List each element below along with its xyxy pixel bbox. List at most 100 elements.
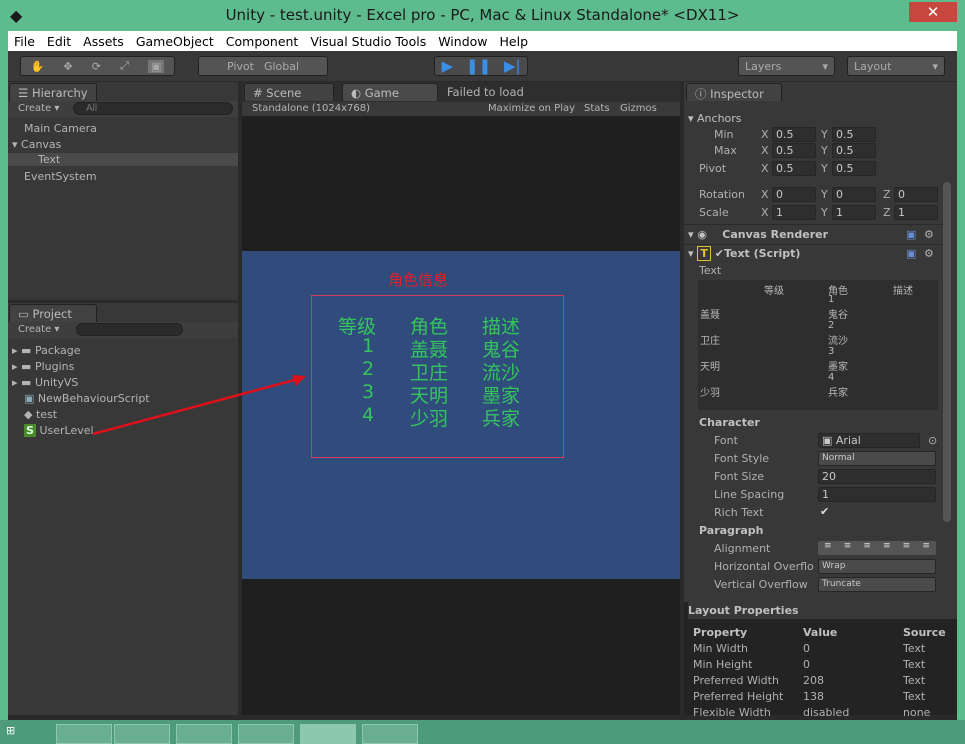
layout-properties-title[interactable]: Layout Properties [688, 602, 957, 619]
move-tool-icon[interactable]: ✥ [63, 60, 72, 73]
layout-dropdown[interactable]: Layout ▾ [847, 56, 945, 76]
project-item-plugins[interactable]: ▸ ▬ Plugins [12, 360, 74, 373]
anchor-min-y-field[interactable]: 0.5 [832, 127, 876, 142]
anchor-max-x-field[interactable]: 0.5 [772, 143, 816, 158]
hierarchy-item-text[interactable]: Text [8, 153, 238, 166]
create-dropdown[interactable]: Create [18, 324, 51, 335]
pivot-x-field[interactable]: 0.5 [772, 161, 816, 176]
paragraph-section-label: Paragraph [699, 524, 764, 537]
rich-text-checkbox[interactable]: ✔ [820, 505, 829, 518]
tab-project[interactable]: ▭ Project [9, 304, 97, 322]
hand-tool-icon[interactable]: ✋ [31, 60, 45, 73]
alignment-buttons[interactable]: ≡ ≡ ≡ ≡ ≡ ≡ [818, 541, 936, 555]
layout-property-cell: none [903, 706, 931, 719]
pivot-y-field[interactable]: 0.5 [832, 161, 876, 176]
rotation-y-field[interactable]: 0 [832, 187, 876, 202]
red-arrow-annotation [92, 375, 306, 436]
project-item-test[interactable]: ◆ test [24, 408, 57, 421]
taskbar-notepad[interactable] [362, 724, 418, 744]
stats-toggle[interactable]: Stats [584, 102, 610, 116]
help-icon[interactable]: ▣ [906, 247, 916, 260]
project-item-userlevel[interactable]: S UserLevel [24, 424, 94, 437]
gear-icon[interactable]: ⚙ [924, 228, 934, 241]
menu-vs-tools[interactable]: Visual Studio Tools [310, 34, 426, 49]
anchors-foldout[interactable]: ▾ Anchors [688, 112, 742, 125]
gear-icon[interactable]: ⚙ [924, 247, 934, 260]
project-item-package[interactable]: ▸ ▬ Package [12, 344, 81, 357]
rotation-z-field[interactable]: 0 [894, 187, 938, 202]
global-button[interactable]: Global [264, 60, 299, 73]
inspector-panel: ⓘ Inspector ▾ Anchors Min X 0.5 Y 0.5 Max … [684, 82, 957, 602]
taskbar-browser[interactable] [176, 724, 232, 744]
font-field[interactable]: ▣ Arial [818, 433, 920, 448]
help-icon[interactable]: ▣ [906, 228, 916, 241]
menu-file[interactable]: File [14, 34, 35, 49]
layout-property-cell: 208 [803, 674, 824, 687]
align-middle-icon[interactable]: ≡ [903, 541, 911, 555]
start-button[interactable]: ⊞ [6, 724, 42, 744]
hierarchy-item-eventsystem[interactable]: EventSystem [24, 170, 97, 183]
tab-hierarchy[interactable]: ☰ Hierarchy [9, 83, 97, 101]
text-content-area[interactable]: 等级 角色 描述 1 盖聂 鬼谷 2 卫庄 流沙 3 天明 墨家 4 少羽 兵家 [698, 280, 938, 410]
enabled-checkbox[interactable]: ✔ [715, 247, 724, 260]
tab-label: Game [364, 86, 399, 100]
align-left-icon[interactable]: ≡ [824, 541, 832, 555]
scale-x-field[interactable]: 1 [772, 205, 816, 220]
scale-y-field[interactable]: 1 [832, 205, 876, 220]
project-item-unityvs[interactable]: ▸ ▬ UnityVS [12, 376, 78, 389]
hierarchy-item-main-camera[interactable]: Main Camera [24, 122, 97, 135]
close-button[interactable]: ✕ [909, 2, 957, 22]
scale-tool-icon[interactable]: ⤢ [120, 59, 129, 73]
horizontal-overflow-dropdown[interactable]: Wrap [818, 559, 936, 574]
step-button[interactable]: ▶| [504, 57, 521, 75]
object-picker-icon[interactable]: ⊙ [928, 434, 937, 447]
canvas-renderer-header[interactable]: ▾ ◉ Canvas Renderer [688, 228, 828, 241]
menu-help[interactable]: Help [500, 34, 529, 49]
menu-gameobject[interactable]: GameObject [136, 34, 214, 49]
hierarchy-item-canvas[interactable]: ▾ Canvas [12, 138, 61, 151]
anchor-max-y-field[interactable]: 0.5 [832, 143, 876, 158]
menu-component[interactable]: Component [226, 34, 299, 49]
align-bottom-icon[interactable]: ≡ [922, 541, 930, 555]
chevron-down-icon: ▾ [932, 59, 938, 73]
vertical-overflow-dropdown[interactable]: Truncate [818, 577, 936, 592]
maximize-on-play-toggle[interactable]: Maximize on Play [488, 102, 575, 116]
align-center-icon[interactable]: ≡ [844, 541, 852, 555]
layout-property-cell: Preferred Width [693, 674, 779, 687]
layout-property-cell: Min Width [693, 642, 748, 655]
taskbar-unity[interactable] [300, 724, 356, 744]
failed-to-load-tab[interactable]: Failed to load [447, 85, 524, 99]
rotate-tool-icon[interactable]: ⟳ [92, 60, 101, 73]
tab-scene[interactable]: # Scene [244, 83, 334, 101]
rotation-x-field[interactable]: 0 [772, 187, 816, 202]
tab-inspector[interactable]: ⓘ Inspector [686, 83, 782, 101]
taskbar-visual-studio[interactable] [114, 724, 170, 744]
pause-button[interactable]: ❚❚ [466, 57, 491, 75]
menu-edit[interactable]: Edit [47, 34, 71, 49]
taskbar-explorer[interactable] [56, 724, 112, 744]
taskbar-app[interactable] [238, 724, 294, 744]
align-right-icon[interactable]: ≡ [863, 541, 871, 555]
anchor-min-x-field[interactable]: 0.5 [772, 127, 816, 142]
play-button[interactable]: ▶ [441, 57, 453, 75]
project-search-input[interactable] [76, 323, 183, 336]
tab-game[interactable]: ◐ Game [342, 83, 438, 101]
font-style-dropdown[interactable]: Normal [818, 451, 936, 466]
menu-assets[interactable]: Assets [83, 34, 124, 49]
scale-z-field[interactable]: 1 [894, 205, 938, 220]
align-top-icon[interactable]: ≡ [883, 541, 891, 555]
hierarchy-panel: ☰ Hierarchy Create ▾ Main Camera ▾ Canva… [8, 82, 238, 300]
resolution-dropdown[interactable]: Standalone (1024x768) [252, 103, 370, 114]
text-script-header[interactable]: ▾ T ✔Text (Script) [688, 246, 800, 261]
rect-tool-icon[interactable]: ▣ [148, 59, 165, 73]
menu-window[interactable]: Window [438, 34, 487, 49]
layers-dropdown[interactable]: Layers ▾ [738, 56, 835, 76]
font-size-field[interactable]: 20 [818, 469, 936, 484]
gizmos-dropdown[interactable]: Gizmos [620, 102, 657, 116]
inspector-scrollbar[interactable] [943, 182, 951, 522]
hierarchy-search-input[interactable] [73, 102, 233, 115]
layout-properties-panel: Layout Properties Property Value Source … [684, 602, 957, 719]
pivot-button[interactable]: Pivot [227, 60, 254, 73]
create-dropdown[interactable]: Create [18, 103, 51, 114]
line-spacing-field[interactable]: 1 [818, 487, 936, 502]
